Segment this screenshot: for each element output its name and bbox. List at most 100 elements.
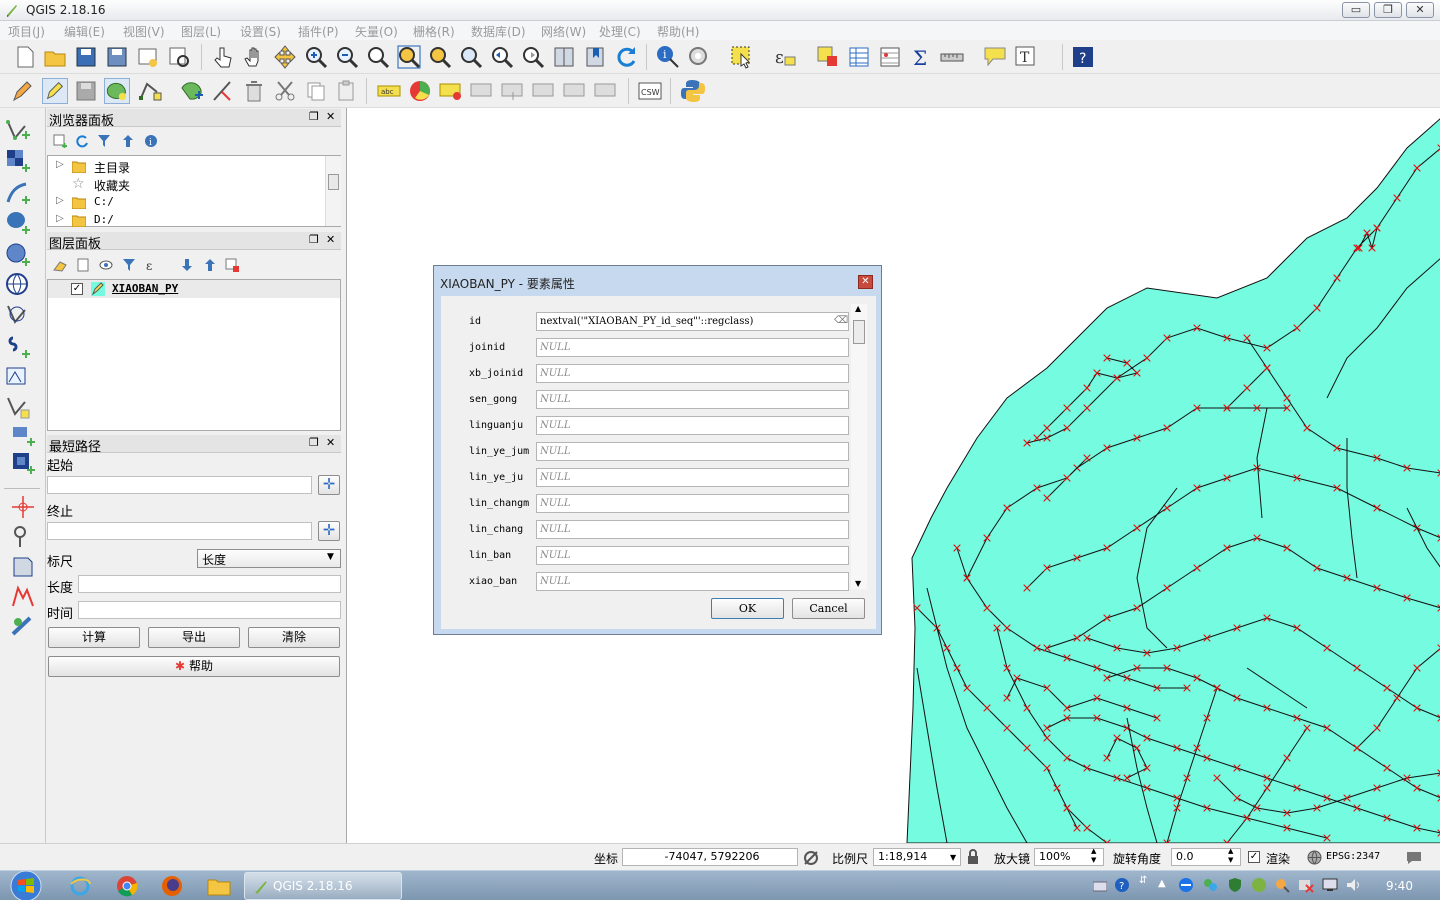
field-input[interactable]: NULL (536, 416, 849, 435)
menu-database[interactable]: 数据库(D) (471, 23, 526, 40)
move-feature-icon[interactable] (179, 78, 205, 104)
menu-help[interactable]: 帮助(H) (657, 23, 699, 40)
layer-visibility-checkbox[interactable]: ✓ (71, 283, 83, 295)
menu-layer[interactable]: 图层(L) (181, 23, 221, 40)
zoom-to-selection-icon[interactable] (427, 44, 453, 70)
form-scrollbar[interactable]: ▲ ▼ (851, 304, 867, 589)
pick-end-button[interactable]: ✛ (318, 521, 340, 541)
select-features-icon[interactable] (729, 44, 755, 70)
field-input[interactable]: NULL (536, 468, 849, 487)
deselect-icon[interactable] (815, 44, 841, 70)
help-button[interactable]: ✱ 帮助 (48, 656, 340, 677)
map-tips-icon[interactable] (982, 44, 1008, 70)
add-oracle-layer-icon[interactable] (10, 422, 36, 448)
crs-globe-icon[interactable] (1307, 850, 1322, 865)
new-print-composer-icon[interactable] (135, 44, 161, 70)
field-calculator-icon[interactable] (877, 44, 903, 70)
scrollbar-thumb[interactable] (853, 320, 865, 344)
close-panel-icon[interactable]: ✕ (326, 436, 335, 449)
identify-icon[interactable]: i (655, 44, 681, 70)
current-edits-icon[interactable] (10, 78, 36, 104)
tree-item-drive-c[interactable]: ▷ C:/ (54, 195, 324, 211)
clear-button[interactable]: 清除 (248, 627, 340, 648)
save-edits-icon[interactable] (73, 78, 99, 104)
field-input[interactable]: NULL (536, 364, 849, 383)
magnifier-spinbox[interactable]: 100% ▲ ▼ (1034, 847, 1104, 866)
cut-features-icon[interactable] (272, 78, 298, 104)
new-shapefile-icon[interactable] (5, 394, 31, 420)
menu-settings[interactable]: 设置(S) (240, 23, 281, 40)
vertex-tool-icon[interactable] (137, 78, 163, 104)
menu-view[interactable]: 视图(V) (123, 23, 165, 40)
toggle-editing-icon[interactable] (42, 78, 68, 104)
measure-line-icon[interactable] (939, 44, 965, 70)
scroll-up-icon[interactable]: ▲ (855, 304, 861, 313)
internet-explorer-icon[interactable] (68, 875, 92, 897)
taskbar-qgis-window[interactable]: QGIS 2.18.16 (244, 872, 402, 900)
add-postgis-layer-icon[interactable] (5, 210, 31, 236)
scrollbar-thumb[interactable] (328, 174, 339, 190)
show-hidden-icons-icon[interactable]: ▲ (1158, 878, 1166, 889)
help-tray-icon[interactable]: ? (1114, 877, 1130, 893)
lock-scale-icon[interactable] (966, 849, 980, 865)
change-label-icon[interactable] (562, 78, 588, 104)
file-explorer-icon[interactable] (207, 875, 231, 897)
diagram-icon[interactable] (407, 78, 433, 104)
teamviewer-icon[interactable] (1178, 877, 1194, 893)
expand-arrow-icon[interactable]: ▷ (56, 159, 64, 170)
save-as-icon[interactable] (104, 44, 130, 70)
menu-processing[interactable]: 处理(C) (599, 23, 641, 40)
label-properties-icon[interactable] (593, 78, 619, 104)
add-wfs-layer-icon[interactable] (5, 302, 31, 328)
zoom-next-icon[interactable] (520, 44, 546, 70)
taskbar-clock[interactable]: 9:40 (1386, 879, 1413, 893)
float-panel-icon[interactable]: ❐ (309, 436, 319, 449)
gps-tool-icon[interactable] (10, 524, 36, 550)
export-button[interactable]: 导出 (148, 627, 240, 648)
input-method-icon[interactable]: ⇵ (1139, 875, 1147, 886)
collapse-all-icon[interactable] (203, 258, 217, 272)
field-input[interactable]: NULL (536, 520, 849, 539)
zoom-last-icon[interactable] (489, 44, 515, 70)
minimize-button[interactable]: ▭ (1342, 2, 1370, 18)
menu-web[interactable]: 网络(W) (541, 23, 586, 40)
add-db2-layer-icon[interactable] (10, 450, 36, 476)
zoom-native-icon[interactable] (365, 44, 391, 70)
float-panel-icon[interactable]: ❐ (309, 233, 319, 246)
start-button-icon[interactable] (6, 870, 46, 900)
disconnected-tray-icon[interactable] (1298, 877, 1314, 893)
field-input[interactable]: NULL (536, 390, 849, 409)
menu-edit[interactable]: 编辑(E) (64, 23, 105, 40)
chrome-icon[interactable] (116, 875, 138, 897)
tree-item-home[interactable]: ▷ 主目录 (54, 159, 324, 175)
visibility-eye-icon[interactable] (99, 258, 115, 272)
expand-arrow-icon[interactable]: ▷ (56, 195, 64, 206)
zoom-out-icon[interactable] (334, 44, 360, 70)
delete-selected-icon[interactable] (241, 78, 267, 104)
menu-vector[interactable]: 矢量(O) (355, 23, 398, 40)
clear-field-icon[interactable]: ⌫ (834, 312, 848, 329)
add-feature-icon[interactable] (104, 78, 130, 104)
layer-style-icon[interactable] (53, 258, 67, 272)
browser-scrollbar[interactable] (325, 156, 341, 226)
show-hide-labels-icon[interactable] (469, 78, 495, 104)
add-mssql-layer-icon[interactable] (5, 364, 31, 390)
python-console-icon[interactable] (680, 78, 706, 104)
display-tray-icon[interactable] (1322, 877, 1338, 893)
capture-point-icon[interactable] (10, 494, 36, 520)
tree-item-favorites[interactable]: ☆ 收藏夹 (54, 176, 324, 193)
help-contents-icon[interactable]: ? (1070, 44, 1096, 70)
wcs-tool-icon[interactable] (10, 554, 36, 580)
add-delimited-text-icon[interactable] (5, 180, 31, 206)
layer-row[interactable]: ✓ XIAOBAN_PY (48, 280, 340, 298)
attribute-table-icon[interactable] (846, 44, 872, 70)
labeling-icon[interactable]: abc (376, 78, 402, 104)
rotate-label-icon[interactable] (531, 78, 557, 104)
toggle-extents-icon[interactable] (803, 850, 819, 866)
refresh-icon[interactable] (613, 44, 639, 70)
new-project-icon[interactable] (12, 44, 38, 70)
add-group-icon[interactable] (76, 258, 90, 272)
csw-icon[interactable]: CSW (637, 78, 663, 104)
node-tool-icon[interactable] (210, 78, 236, 104)
expand-arrow-icon[interactable]: ▷ (56, 213, 64, 224)
